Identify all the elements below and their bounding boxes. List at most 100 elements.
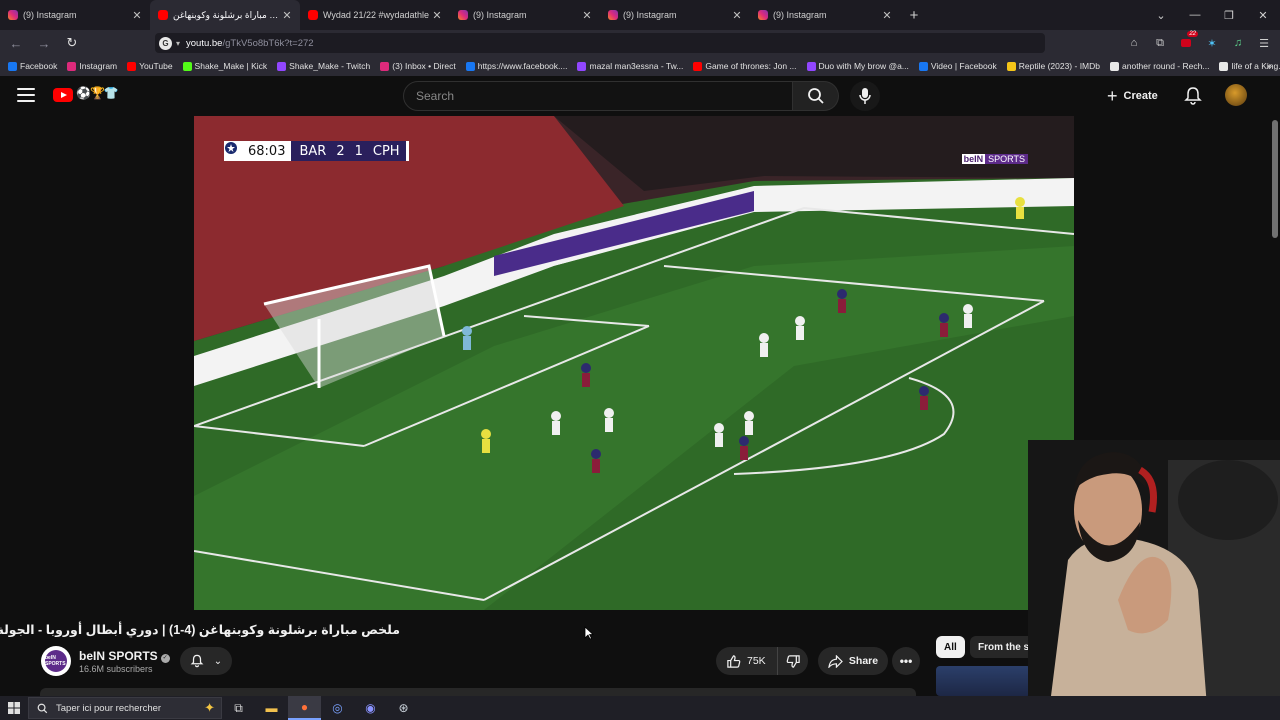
- back-arrow-icon[interactable]: ←: [4, 31, 28, 55]
- search-placeholder: Search: [416, 89, 455, 103]
- search-icon: [37, 703, 48, 713]
- thumbs-up-icon: [727, 654, 741, 668]
- bell-icon: [190, 654, 204, 668]
- tab-list-chevron-icon[interactable]: ⌄: [1144, 0, 1178, 30]
- bookmark-item[interactable]: Video | Facebook: [918, 61, 997, 71]
- hamburger-menu-icon[interactable]: [17, 88, 35, 102]
- bookmark-item[interactable]: Instagram: [67, 61, 117, 71]
- broadcaster-watermark: beIN SPORTS: [961, 152, 1028, 165]
- home-team: BAR: [299, 143, 327, 159]
- windows-start-icon[interactable]: [0, 696, 28, 720]
- browser-tab-active[interactable]: ملخص مباراة برشلونة وكوبنهاغن ✕: [150, 0, 300, 30]
- account-avatar[interactable]: [1225, 84, 1247, 106]
- reload-icon[interactable]: ↻: [60, 31, 84, 55]
- channel-name-row[interactable]: beIN SPORTS ✓: [79, 649, 170, 663]
- bookmark-item[interactable]: another round - Rech...: [1110, 61, 1209, 71]
- music-extension-icon[interactable]: ♫: [1228, 33, 1248, 53]
- bookmark-item[interactable]: Shake_Make | Kick: [182, 61, 267, 71]
- close-tab-icon[interactable]: ✕: [280, 9, 294, 22]
- youtube-logo[interactable]: [53, 88, 73, 102]
- close-tab-icon[interactable]: ✕: [580, 9, 594, 22]
- bookmark-item[interactable]: YouTube: [127, 61, 173, 71]
- browser-app-icon[interactable]: ◎: [321, 696, 354, 720]
- taskbar-search-input[interactable]: Taper ici pour rechercher ✦: [28, 697, 222, 719]
- file-explorer-icon[interactable]: ▬: [255, 696, 288, 720]
- sparkle-icon: ✦: [204, 700, 215, 715]
- bookmark-favicon-icon: [806, 61, 816, 71]
- bookmark-label: life of a King. - Recher...: [1231, 61, 1280, 71]
- new-tab-icon[interactable]: +: [900, 0, 928, 30]
- translate-icon[interactable]: ✶: [1202, 33, 1222, 53]
- page-scrollbar[interactable]: [1270, 116, 1280, 696]
- ellipsis-icon: •••: [899, 654, 913, 668]
- bookmark-item[interactable]: https://www.facebook....: [465, 61, 567, 71]
- bookmarks-bar: Facebook Instagram YouTube Shake_Make | Kic…: [0, 56, 1280, 76]
- description-box[interactable]: [40, 688, 916, 696]
- champions-league-icon: [224, 141, 244, 161]
- like-button[interactable]: 75K: [716, 647, 778, 675]
- close-tab-icon[interactable]: ✕: [430, 9, 444, 22]
- share-label: Share: [848, 655, 879, 667]
- youtube-doodle[interactable]: ⚽🏆👕: [76, 86, 119, 100]
- minimize-icon[interactable]: —: [1178, 0, 1212, 30]
- steam-icon[interactable]: ⊛: [387, 696, 420, 720]
- broadcaster-a: beIN: [961, 153, 986, 164]
- bookmark-label: Game of thrones: Jon ...: [705, 61, 797, 71]
- close-tab-icon[interactable]: ✕: [130, 9, 144, 22]
- subscription-bell-button[interactable]: ⌄: [180, 647, 232, 675]
- chevron-down-icon: ⌄: [213, 655, 223, 667]
- more-actions-button[interactable]: •••: [892, 647, 920, 675]
- channel-avatar[interactable]: beIN SPORTS: [41, 646, 71, 676]
- thumbs-down-icon: [786, 654, 800, 668]
- forward-arrow-icon[interactable]: →: [32, 31, 56, 55]
- subscriber-count: 16.6M subscribers: [79, 664, 153, 674]
- bookmark-item[interactable]: Shake_Make - Twitch: [277, 61, 370, 71]
- extension-badge-icon[interactable]: 22: [1176, 31, 1198, 53]
- scrollbar-thumb[interactable]: [1272, 120, 1278, 238]
- notifications-bell-icon[interactable]: [1183, 86, 1203, 106]
- share-button[interactable]: Share: [818, 647, 888, 675]
- bookmark-label: Shake_Make - Twitch: [289, 61, 371, 71]
- bookmark-item[interactable]: Game of thrones: Jon ...: [693, 61, 797, 71]
- bookmark-item[interactable]: Reptile (2023) - IMDb: [1006, 61, 1101, 71]
- close-window-icon[interactable]: ✕: [1246, 0, 1280, 30]
- restore-icon[interactable]: ❐: [1212, 0, 1246, 30]
- extensions-icon[interactable]: ⧉: [1150, 33, 1170, 53]
- browser-tab[interactable]: (9) Instagram ✕: [600, 0, 750, 30]
- filter-chip-all[interactable]: All: [936, 636, 965, 658]
- browser-tab[interactable]: (9) Instagram ✕: [0, 0, 150, 30]
- close-tab-icon[interactable]: ✕: [880, 9, 894, 22]
- url-bar[interactable]: G ▾ youtu.be /gTkV5o8bT6k?t=272: [155, 33, 1045, 53]
- bookmark-item[interactable]: Duo with My brow @a...: [806, 61, 909, 71]
- bookmark-label: another round - Rech...: [1122, 61, 1210, 71]
- discord-icon[interactable]: ◉: [354, 696, 387, 720]
- plus-icon: +: [1107, 85, 1118, 106]
- google-icon: G: [159, 36, 172, 50]
- chevron-down-icon[interactable]: ▾: [176, 39, 180, 48]
- tab-title: (9) Instagram: [473, 10, 527, 20]
- search-button[interactable]: [793, 81, 839, 111]
- browser-tab[interactable]: (9) Instagram ✕: [450, 0, 600, 30]
- video-player[interactable]: 68:03 BAR 2 1 CPH beIN SPORTS: [194, 116, 1074, 610]
- search-input[interactable]: Search: [403, 81, 793, 111]
- bookmarks-overflow-chevron-icon[interactable]: »: [1266, 56, 1272, 76]
- bookmark-item[interactable]: mazal man3essna - Tw...: [577, 61, 683, 71]
- bookmark-favicon-icon: [277, 61, 287, 71]
- home-score: 2: [336, 143, 345, 159]
- task-view-icon[interactable]: ⧉: [222, 696, 255, 720]
- firefox-icon[interactable]: ●: [288, 696, 321, 720]
- browser-tab[interactable]: Wydad 21/22 #wydadathle ✕: [300, 0, 450, 30]
- dislike-button[interactable]: [778, 654, 808, 669]
- bookmark-label: Reptile (2023) - IMDb: [1018, 61, 1101, 71]
- related-video-thumbnail[interactable]: [936, 666, 1031, 696]
- create-button[interactable]: + Create: [1107, 82, 1158, 110]
- browser-tab-strip: (9) Instagram ✕ ملخص مباراة برشلونة وكوب…: [0, 0, 1280, 30]
- menu-icon[interactable]: ☰: [1254, 33, 1274, 53]
- bookmark-label: Duo with My brow @a...: [818, 61, 909, 71]
- bookmark-item[interactable]: Facebook: [8, 61, 57, 71]
- bookmark-item[interactable]: (3) Inbox • Direct: [380, 61, 456, 71]
- browser-tab[interactable]: (9) Instagram ✕: [750, 0, 900, 30]
- close-tab-icon[interactable]: ✕: [730, 9, 744, 22]
- home-icon[interactable]: ⌂: [1124, 33, 1144, 53]
- voice-search-button[interactable]: [850, 81, 880, 111]
